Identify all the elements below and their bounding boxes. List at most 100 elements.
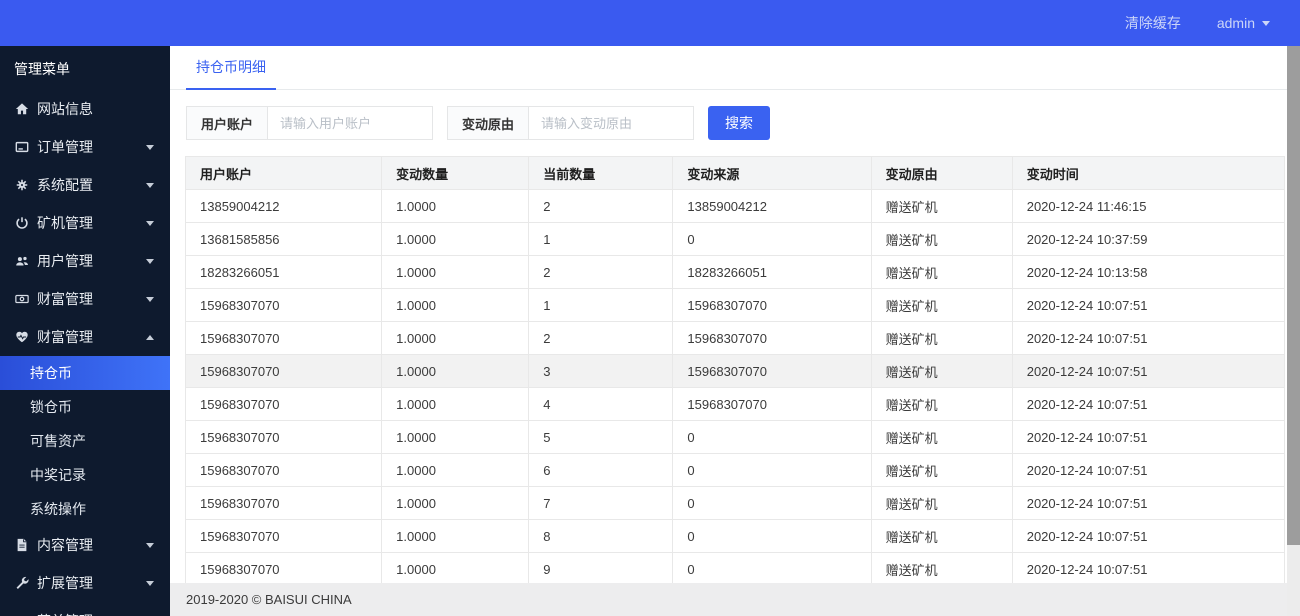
table-row: 15968307070 1.0000 4 15968307070 赠送矿机 2020-12… (185, 387, 1285, 421)
holdings-table: 用户账户 变动数量 当前数量 变动来源 变动原由 变动时间 13859004212 1.00… (185, 156, 1285, 583)
table-row: 15968307070 1.0000 2 15968307070 赠送矿机 2020-12… (185, 321, 1285, 355)
footer: 2019-2020 © BAISUI CHINA (170, 583, 1300, 616)
sidebar-item[interactable]: 用户管理 (0, 242, 170, 280)
sidebar-item[interactable]: 网站信息 (0, 90, 170, 128)
sidebar-item[interactable]: 内容管理 (0, 526, 170, 564)
table-cell: 1.0000 (381, 222, 530, 256)
table-column-header: 变动来源 (672, 156, 872, 190)
copyright-text: 2019-2020 © BAISUI CHINA (186, 592, 352, 607)
table-cell: 15968307070 (185, 552, 383, 583)
table-cell: 15968307070 (185, 387, 383, 421)
sidebar-item[interactable]: 财富管理 (0, 318, 170, 356)
sidebar-item[interactable]: 扩展管理 (0, 564, 170, 602)
sidebar-item[interactable]: 矿机管理 (0, 204, 170, 242)
scrollbar-thumb[interactable] (1287, 46, 1300, 545)
table-cell: 3 (528, 354, 674, 388)
table-cell: 0 (672, 552, 872, 583)
sidebar-item-label: 系统配置 (37, 177, 93, 193)
table-column-header: 变动原由 (870, 156, 1013, 190)
table-cell: 2020-12-24 10:07:51 (1011, 354, 1285, 388)
table-cell: 1.0000 (381, 189, 530, 223)
table-cell: 2020-12-24 10:07:51 (1011, 519, 1285, 553)
table-cell: 0 (672, 420, 872, 454)
table-cell: 1.0000 (381, 354, 530, 388)
table-cell: 18283266051 (185, 255, 383, 289)
sidebar-menu: 网站信息 订单管理 系统配置 矿机管理 用户管理 财富管理 财富管理 持仓币 锁仓币 可售资产 中奖… (0, 90, 170, 616)
table-cell: 2 (528, 189, 674, 223)
table-cell: 15968307070 (185, 420, 383, 454)
table-cell: 0 (672, 453, 872, 487)
table-cell: 1.0000 (381, 255, 530, 289)
topbar: 清除缓存 admin (0, 0, 1300, 46)
table-cell: 5 (528, 420, 674, 454)
table-row: 13681585856 1.0000 1 0 赠送矿机 2020-12-24 10:37:… (185, 222, 1285, 256)
sidebar-subitem[interactable]: 锁仓币 (0, 390, 170, 424)
reason-input-group: 变动原由 (447, 106, 695, 140)
table-cell: 15968307070 (185, 354, 383, 388)
sidebar-item-label: 菜单管理 (37, 611, 146, 616)
sidebar-subitem[interactable]: 系统操作 (0, 492, 170, 526)
sidebar-title: 管理菜单 (14, 61, 70, 77)
table-column-header: 用户账户 (185, 156, 383, 190)
clear-cache-button[interactable]: 清除缓存 (1125, 13, 1181, 33)
table-header-row: 用户账户 变动数量 当前数量 变动来源 变动原由 变动时间 (185, 156, 1285, 190)
account-label: 用户账户 (186, 106, 268, 140)
table-cell: 2 (528, 255, 674, 289)
sidebar-subitem[interactable]: 可售资产 (0, 424, 170, 458)
tab-holdings-detail[interactable]: 持仓币明细 (186, 45, 276, 90)
table-cell: 2020-12-24 10:07:51 (1011, 288, 1285, 322)
wrench-icon (14, 576, 29, 591)
search-form: 用户账户 变动原由 搜索 (186, 106, 1284, 140)
table-cell: 13859004212 (672, 189, 872, 223)
chevron-down-icon (146, 580, 154, 586)
table-cell: 2 (528, 321, 674, 355)
table-cell: 15968307070 (185, 321, 383, 355)
sidebar-subitem[interactable]: 持仓币 (0, 356, 170, 390)
scrollbar-track[interactable] (1287, 46, 1300, 616)
table-cell: 6 (528, 453, 674, 487)
table-cell: 15968307070 (672, 387, 872, 421)
table-cell: 赠送矿机 (870, 354, 1013, 388)
sidebar-subitem[interactable]: 中奖记录 (0, 458, 170, 492)
order-list-icon (14, 140, 29, 155)
table-cell: 赠送矿机 (870, 189, 1013, 223)
sidebar-item-label: 订单管理 (37, 139, 93, 155)
table-cell: 2020-12-24 10:07:51 (1011, 486, 1285, 520)
table-row: 15968307070 1.0000 3 15968307070 赠送矿机 2020-12… (185, 354, 1285, 388)
chevron-down-icon (146, 182, 154, 188)
table-cell: 15968307070 (185, 486, 383, 520)
sidebar-item-label: 财富管理 (37, 329, 93, 345)
data-table-container: 用户账户 变动数量 当前数量 变动来源 变动原由 变动时间 13859004212 1.00… (185, 156, 1285, 583)
table-row: 15968307070 1.0000 9 0 赠送矿机 2020-12-24 10:07:… (185, 552, 1285, 583)
sidebar-item[interactable]: 菜单管理 (0, 602, 170, 616)
table-cell: 1.0000 (381, 288, 530, 322)
sidebar-item-label: 财富管理 (37, 291, 93, 307)
chevron-down-icon (146, 296, 154, 302)
table-cell: 0 (672, 519, 872, 553)
user-menu[interactable]: admin (1217, 15, 1270, 31)
table-column-header: 变动时间 (1011, 156, 1285, 190)
sidebar-item-label: 矿机管理 (37, 215, 93, 231)
table-cell: 赠送矿机 (870, 519, 1013, 553)
table-cell: 赠送矿机 (870, 552, 1013, 583)
table-cell: 2020-12-24 10:07:51 (1011, 321, 1285, 355)
table-cell: 4 (528, 387, 674, 421)
table-cell: 赠送矿机 (870, 453, 1013, 487)
power-icon (14, 216, 29, 231)
table-cell: 0 (672, 222, 872, 256)
sidebar-item[interactable]: 订单管理 (0, 128, 170, 166)
username-label: admin (1216, 15, 1255, 31)
table-row: 15968307070 1.0000 8 0 赠送矿机 2020-12-24 10:07:… (185, 519, 1285, 553)
sidebar-item-label: 扩展管理 (37, 575, 93, 591)
table-cell: 2020-12-24 10:07:51 (1011, 453, 1285, 487)
reason-input[interactable] (528, 106, 695, 140)
table-cell: 2020-12-24 11:46:15 (1011, 189, 1285, 223)
table-cell: 1 (528, 222, 674, 256)
table-cell: 7 (528, 486, 674, 520)
table-cell: 1.0000 (381, 552, 530, 583)
sidebar-item[interactable]: 财富管理 (0, 280, 170, 318)
table-column-header: 当前数量 (528, 156, 674, 190)
account-input[interactable] (267, 106, 434, 140)
sidebar-item[interactable]: 系统配置 (0, 166, 170, 204)
search-button[interactable]: 搜索 (708, 106, 771, 140)
